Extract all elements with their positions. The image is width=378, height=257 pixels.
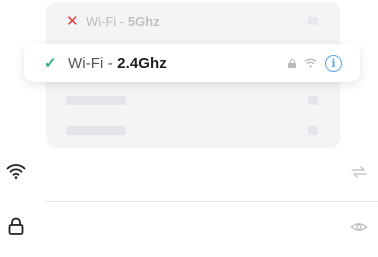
network-label-prefix: Wi-Fi -	[68, 54, 118, 72]
lock-icon	[8, 217, 24, 235]
checkmark-icon: ✓	[44, 54, 57, 72]
field-divider	[44, 201, 378, 202]
info-icon[interactable]: i	[325, 54, 342, 72]
placeholder-icon	[308, 96, 318, 105]
placeholder-icon	[308, 17, 318, 25]
placeholder-bar	[66, 96, 126, 105]
eye-icon[interactable]	[350, 219, 368, 235]
placeholder-bar	[66, 126, 126, 135]
network-option-placeholder	[46, 88, 340, 112]
lock-icon	[288, 58, 296, 68]
password-input[interactable]	[44, 215, 324, 239]
network-option-label: Wi-Fi - 5Ghz	[86, 14, 160, 29]
password-field	[0, 207, 378, 247]
network-label-band: 2.4Ghz	[117, 54, 167, 72]
network-option-label: Wi-Fi - 2.4Ghz	[68, 55, 167, 72]
network-label-band: 5Ghz	[127, 13, 160, 29]
network-label-prefix: Wi-Fi -	[86, 13, 128, 29]
network-option-5ghz[interactable]: ✕ Wi-Fi - 5Ghz	[46, 6, 340, 36]
unavailable-x-icon: ✕	[66, 12, 79, 30]
network-option-placeholder	[46, 118, 340, 142]
placeholder-icon	[308, 126, 318, 135]
ssid-input[interactable]	[44, 160, 324, 184]
switch-icon[interactable]	[350, 164, 368, 180]
ssid-field	[0, 152, 378, 192]
wifi-icon	[6, 164, 26, 179]
network-option-indicators: i	[288, 54, 342, 72]
wifi-signal-icon	[304, 58, 317, 68]
network-option-2-4ghz-selected[interactable]: ✓ Wi-Fi - 2.4Ghz i	[24, 44, 360, 82]
